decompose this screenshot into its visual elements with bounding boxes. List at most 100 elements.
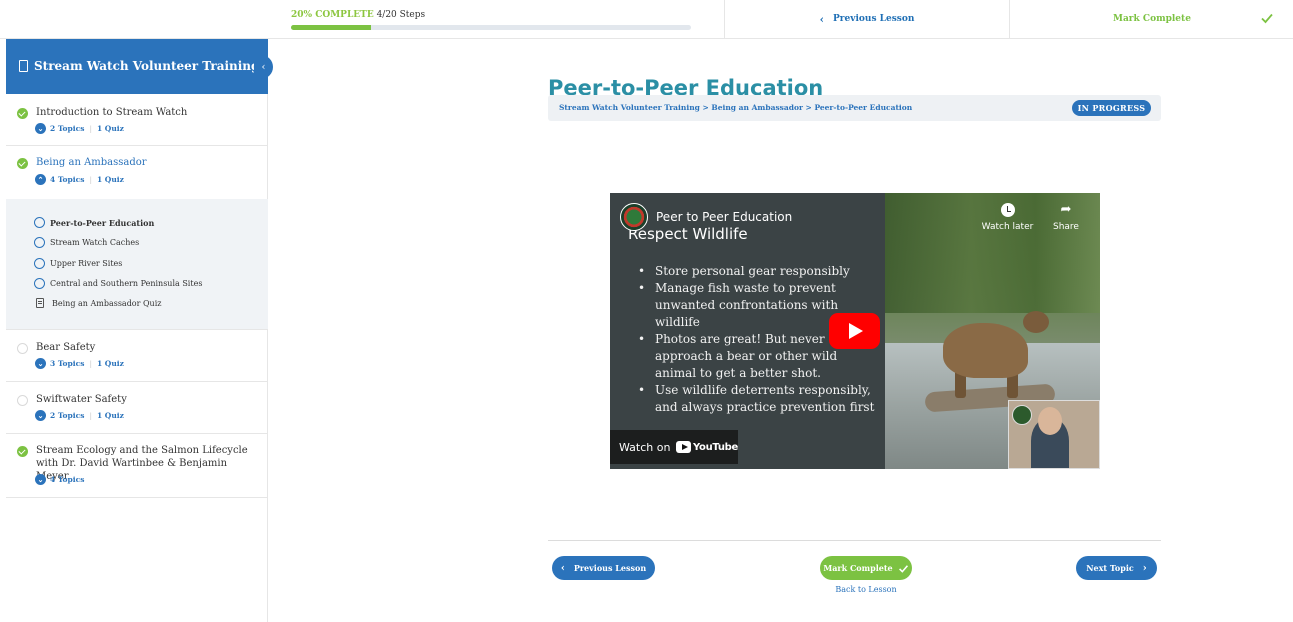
slide-bullet: Use wildlife deterrents responsibly, and… xyxy=(638,382,878,416)
course-title[interactable]: Stream Watch Volunteer Training xyxy=(34,59,259,73)
back-to-lesson-link[interactable]: Back to Lesson xyxy=(820,585,912,594)
lesson-quiz-count: 1 Quiz xyxy=(96,175,124,184)
progress-bar xyxy=(291,25,691,30)
next-topic-label: Next Topic xyxy=(1086,563,1134,573)
lesson-meta: ⌃ 4 Topics | 1 Quiz xyxy=(35,174,124,185)
previous-lesson-button[interactable]: ‹ Previous Lesson xyxy=(552,556,655,580)
share-icon: ➦ xyxy=(1060,202,1072,217)
circle-icon xyxy=(34,258,45,269)
lesson-meta: ⌄ 3 Topics | 1 Quiz xyxy=(35,358,124,369)
progress-percent: 20% COMPLETE xyxy=(291,10,374,20)
lesson-item: Stream Ecology and the Salmon Lifecycle … xyxy=(6,434,268,498)
circle-icon xyxy=(34,237,45,248)
chevron-right-icon: › xyxy=(1142,562,1147,574)
collapse-sidebar-button[interactable]: ‹ xyxy=(254,55,273,79)
chevron-left-icon: ‹ xyxy=(560,562,565,574)
topic-item[interactable]: Peer-to-Peer Education xyxy=(34,217,154,228)
quiz-title: Being an Ambassador Quiz xyxy=(52,298,162,308)
lesson-meta: ⌄ 2 Topics | 1 Quiz xyxy=(35,410,124,421)
channel-logo-small xyxy=(1012,405,1032,425)
share-button[interactable]: ➦ Share xyxy=(1046,202,1086,233)
check-circle-icon xyxy=(17,108,28,119)
topic-item[interactable]: Central and Southern Peninsula Sites xyxy=(34,278,202,289)
meta-separator: | xyxy=(89,124,92,133)
lesson-quiz-count: 1 Quiz xyxy=(96,411,124,420)
chevron-down-icon[interactable]: ⌄ xyxy=(35,123,46,134)
quiz-icon xyxy=(36,298,44,308)
circle-icon xyxy=(34,278,45,289)
course-sidebar: Stream Watch Volunteer Training ‹ Introd… xyxy=(0,39,273,622)
top-previous-lesson-button[interactable]: ‹ Previous Lesson xyxy=(724,0,1009,38)
video-player[interactable]: Respect Wildlife Store personal gear res… xyxy=(610,193,1100,469)
lesson-topic-count[interactable]: 3 Topics xyxy=(50,359,84,368)
slide-heading: Respect Wildlife xyxy=(628,225,748,243)
sidebar-header: Stream Watch Volunteer Training xyxy=(6,39,268,94)
top-previous-lesson-label: Previous Lesson xyxy=(833,14,915,24)
progress-text: 20% COMPLETE 4/20 Steps xyxy=(291,10,691,21)
youtube-wordmark: YouTube xyxy=(693,441,738,453)
share-label: Share xyxy=(1053,222,1079,232)
watch-later-button[interactable]: Watch later xyxy=(980,203,1035,232)
topic-item[interactable]: Stream Watch Caches xyxy=(34,237,139,248)
topic-title: Peer-to-Peer Education xyxy=(50,217,155,228)
check-circle-icon xyxy=(17,158,28,169)
lesson-title[interactable]: Introduction to Stream Watch xyxy=(36,106,187,119)
chevron-down-icon[interactable]: ⌄ xyxy=(35,358,46,369)
check-icon xyxy=(898,564,908,573)
presenter-face xyxy=(1038,407,1062,435)
lesson-title[interactable]: Swiftwater Safety xyxy=(36,393,127,406)
bear-head xyxy=(1023,311,1049,333)
lesson-quiz-count: 1 Quiz xyxy=(96,359,124,368)
lesson-title[interactable]: Being an Ambassador xyxy=(36,156,147,169)
quiz-item[interactable]: Being an Ambassador Quiz xyxy=(34,298,161,308)
presenter-inset xyxy=(1008,400,1100,469)
document-icon xyxy=(19,60,28,72)
watch-later-label: Watch later xyxy=(981,222,1034,232)
lesson-item: Being an Ambassador ⌃ 4 Topics | 1 Quiz xyxy=(6,146,268,199)
topic-list: Peer-to-Peer Education Stream Watch Cach… xyxy=(6,199,268,330)
chevron-down-icon[interactable]: ⌄ xyxy=(35,474,46,485)
circle-icon xyxy=(17,343,28,354)
watch-on-label: Watch on xyxy=(619,440,671,454)
check-circle-icon xyxy=(17,446,28,457)
lesson-topic-count[interactable]: 2 Topics xyxy=(50,124,84,133)
watch-on-youtube-button[interactable]: Watch on YouTube xyxy=(610,430,738,464)
chevron-left-icon: ‹ xyxy=(819,12,825,26)
play-button[interactable] xyxy=(829,313,880,349)
chevron-down-icon[interactable]: ⌄ xyxy=(35,410,46,421)
bear xyxy=(943,323,1028,378)
lesson-item: Bear Safety ⌄ 3 Topics | 1 Quiz xyxy=(6,330,268,382)
mark-complete-button[interactable]: Mark Complete xyxy=(820,556,912,580)
meta-separator: | xyxy=(89,175,92,184)
top-mark-complete-label: Mark Complete xyxy=(1113,14,1191,24)
topic-item[interactable]: Upper River Sites xyxy=(34,258,122,269)
clock-icon xyxy=(1000,203,1015,217)
breadcrumb-bar: Stream Watch Volunteer Training > Being … xyxy=(548,95,1161,121)
lesson-topic-count[interactable]: 4 Topics xyxy=(50,175,84,184)
channel-avatar[interactable] xyxy=(620,203,648,231)
circle-icon xyxy=(17,395,28,406)
slide-bullet: Store personal gear responsibly xyxy=(638,263,878,280)
chevron-left-icon: ‹ xyxy=(261,61,266,73)
top-bar: 20% COMPLETE 4/20 Steps ‹ Previous Lesso… xyxy=(0,0,1293,39)
lesson-topic-count[interactable]: 2 Topics xyxy=(50,411,84,420)
progress-steps: 4/20 Steps xyxy=(376,10,426,20)
topic-title: Central and Southern Peninsula Sites xyxy=(50,279,203,288)
previous-lesson-label: Previous Lesson xyxy=(573,563,647,573)
mark-complete-label: Mark Complete xyxy=(823,563,893,573)
chevron-up-icon[interactable]: ⌃ xyxy=(35,174,46,185)
lesson-meta: ⌄ 2 Topics | 1 Quiz xyxy=(35,123,124,134)
lesson-topic-count[interactable]: 4 Topics xyxy=(50,475,84,484)
lesson-quiz-count: 1 Quiz xyxy=(96,124,124,133)
top-mark-complete-button[interactable]: Mark Complete xyxy=(1009,0,1293,38)
meta-separator: | xyxy=(89,359,92,368)
lesson-meta: ⌄ 4 Topics xyxy=(35,474,84,485)
circle-icon xyxy=(34,217,45,228)
breadcrumb[interactable]: Stream Watch Volunteer Training > Being … xyxy=(559,103,912,112)
video-title[interactable]: Peer to Peer Education xyxy=(656,210,792,224)
next-topic-button[interactable]: Next Topic › xyxy=(1076,556,1157,580)
lesson-title[interactable]: Bear Safety xyxy=(36,341,95,354)
course-progress: 20% COMPLETE 4/20 Steps xyxy=(291,10,691,30)
topic-title: Stream Watch Caches xyxy=(50,238,140,247)
divider xyxy=(548,540,1161,541)
